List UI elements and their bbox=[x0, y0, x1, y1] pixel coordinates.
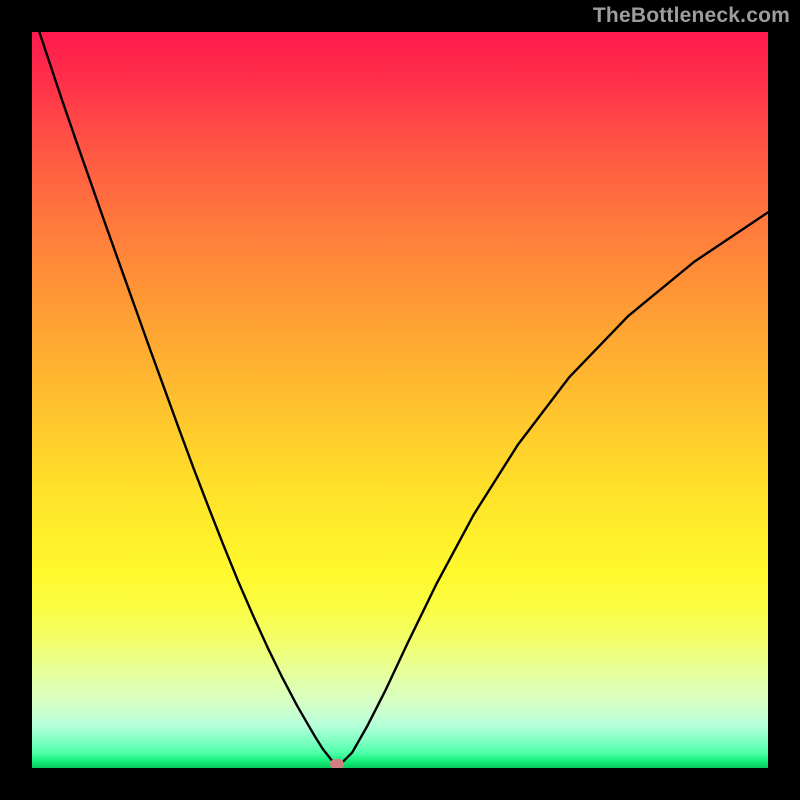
curve-svg bbox=[32, 32, 768, 768]
optimal-marker bbox=[330, 759, 344, 768]
watermark-text: TheBottleneck.com bbox=[593, 4, 790, 28]
bottleneck-curve bbox=[32, 32, 768, 764]
chart-frame: TheBottleneck.com bbox=[0, 0, 800, 800]
plot-area bbox=[32, 32, 768, 768]
